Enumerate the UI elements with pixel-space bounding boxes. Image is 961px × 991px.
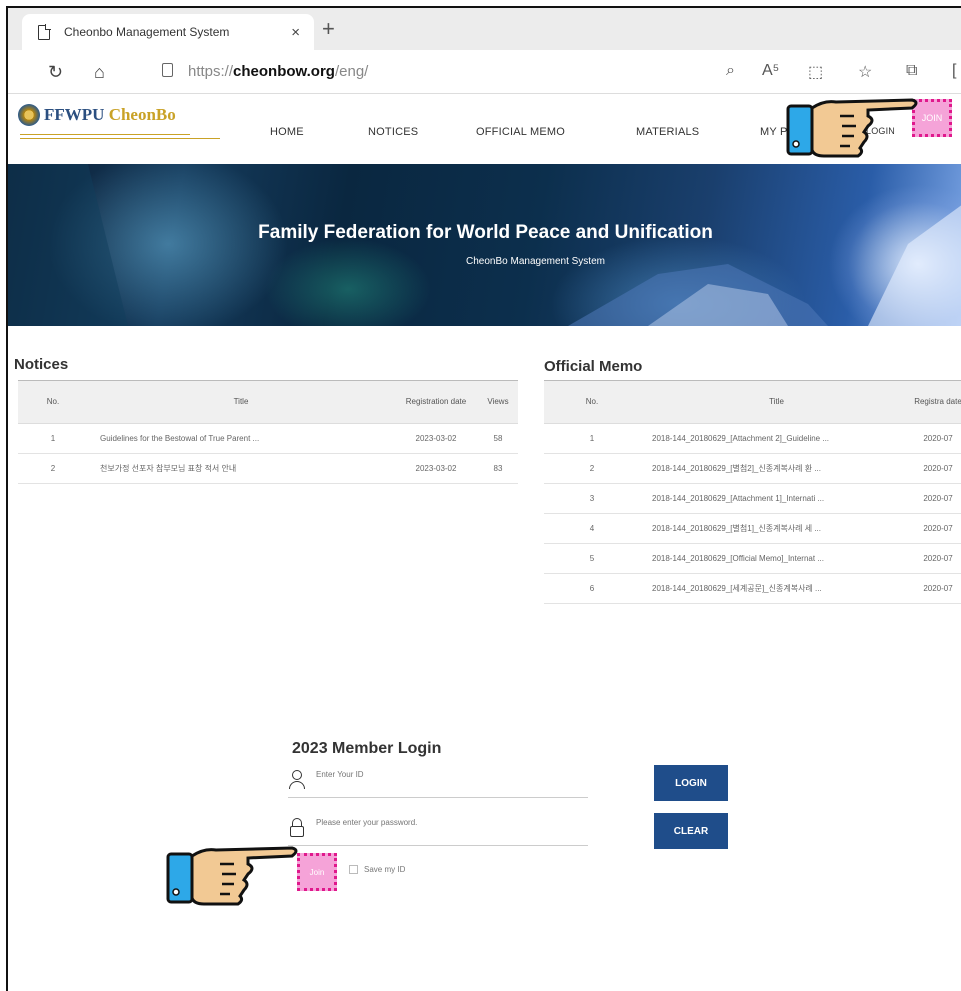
site-logo[interactable]: FFWPU CheonBo — [18, 104, 176, 126]
user-icon — [288, 770, 306, 790]
table-row[interactable]: 6 2018-144_20180629_[세계공문]_신종계복사례 ... 2020… — [544, 573, 961, 604]
new-tab-icon[interactable]: + — [322, 16, 335, 42]
password-field[interactable] — [288, 812, 588, 846]
lock-icon[interactable] — [162, 63, 173, 77]
table-row[interactable]: 3 2018-144_20180629_[Attachment 1]_Intern… — [544, 483, 961, 514]
save-id-label: Save my ID — [364, 865, 406, 874]
column-header: Registration date — [394, 381, 478, 424]
emblem-icon — [18, 104, 40, 126]
column-header: Views — [478, 381, 518, 424]
refresh-icon[interactable]: ↻ — [48, 62, 63, 83]
favorites-icon[interactable]: ☆ — [858, 62, 872, 82]
login-title: 2023 Member Login — [292, 740, 442, 757]
clear-button[interactable]: CLEAR — [654, 813, 728, 849]
banner-decoration — [8, 164, 961, 326]
table-row[interactable]: 1 2018-144_20180629_[Attachment 2]_Guidel… — [544, 423, 961, 454]
memo-link[interactable]: 2018-144_20180629_[별첨2]_신종계복사례 환 ... — [640, 453, 913, 484]
official-memo-title[interactable]: Official Memo — [544, 358, 642, 375]
collections-icon[interactable]: ⧉ — [906, 62, 917, 80]
nav-notices[interactable]: NOTICES — [368, 126, 418, 138]
memo-link[interactable]: 2018-144_20180629_[Official Memo]_Intern… — [640, 543, 913, 574]
notices-board: No. Title Registration date Views 1 Guid… — [18, 380, 518, 484]
browser-tab[interactable]: Cheonbo Management System × — [22, 14, 314, 50]
column-header: Registra date — [913, 381, 961, 424]
memo-link[interactable]: 2018-144_20180629_[별첨1]_신종계복사례 세 ... — [640, 513, 913, 544]
join-link-highlight[interactable]: Join — [297, 853, 337, 891]
column-header: No. — [544, 381, 640, 424]
memo-link[interactable]: 2018-144_20180629_[Attachment 2]_Guideli… — [640, 423, 913, 454]
search-icon[interactable]: ⌕ — [726, 62, 735, 80]
logo-tagline — [20, 132, 230, 144]
tab-title: Cheonbo Management System — [64, 25, 230, 39]
browser-window: Cheonbo Management System × + ↻ ⌂ https:… — [6, 6, 961, 991]
close-icon[interactable]: × — [291, 24, 300, 41]
checkbox-icon[interactable] — [349, 865, 358, 874]
column-header: Title — [640, 381, 913, 424]
table-row[interactable]: 2 2018-144_20180629_[별첨2]_신종계복사례 환 ... 202… — [544, 453, 961, 484]
save-id-checkbox[interactable]: Save my ID — [349, 865, 405, 874]
menu-icon[interactable]: [ — [952, 62, 956, 80]
banner-subtitle: CheonBo Management System — [466, 256, 605, 267]
id-field[interactable] — [288, 764, 588, 798]
home-icon[interactable]: ⌂ — [94, 62, 105, 83]
memo-link[interactable]: 2018-144_20180629_[Attachment 1]_Interna… — [640, 483, 913, 514]
column-header: Title — [88, 381, 394, 424]
url-domain: cheonbow.org — [233, 63, 335, 80]
table-row[interactable]: 5 2018-144_20180629_[Official Memo]_Inter… — [544, 543, 961, 574]
url-field[interactable]: https://cheonbow.org/eng/ — [188, 63, 368, 80]
pointing-hand-icon — [166, 846, 298, 906]
tab-strip: Cheonbo Management System × + — [8, 8, 961, 50]
login-button[interactable]: LOGIN — [654, 765, 728, 801]
table-row[interactable]: 4 2018-144_20180629_[별첨1]_신종계복사례 세 ... 202… — [544, 513, 961, 544]
hero-banner: Family Federation for World Peace and Un… — [8, 164, 961, 326]
read-aloud-icon[interactable]: A⁵ — [762, 62, 779, 80]
column-header: No. — [18, 381, 88, 424]
pointing-hand-icon — [786, 98, 918, 158]
nav-materials[interactable]: MATERIALS — [636, 126, 699, 138]
notice-link[interactable]: 천보가정 선포자 참부모님 표창 적서 안내 — [88, 453, 394, 484]
id-input[interactable] — [316, 770, 576, 779]
password-input[interactable] — [316, 818, 576, 827]
table-row[interactable]: 2 천보가정 선포자 참부모님 표창 적서 안내 2023-03-02 83 — [18, 453, 518, 484]
banner-title: Family Federation for World Peace and Un… — [258, 222, 713, 243]
notice-link[interactable]: Guidelines for the Bestowal of True Pare… — [88, 423, 394, 454]
official-memo-board: No. Title Registra date 1 2018-144_201806… — [544, 380, 961, 604]
table-row[interactable]: 1 Guidelines for the Bestowal of True Pa… — [18, 423, 518, 454]
join-link[interactable]: Join — [310, 868, 325, 877]
nav-official-memo[interactable]: OFFICIAL MEMO — [476, 126, 565, 138]
memo-link[interactable]: 2018-144_20180629_[세계공문]_신종계복사례 ... — [640, 573, 913, 604]
app-icon[interactable]: ⬚ — [808, 62, 823, 82]
nav-home[interactable]: HOME — [270, 126, 304, 138]
notices-title[interactable]: Notices — [14, 356, 68, 373]
document-icon — [38, 24, 51, 40]
